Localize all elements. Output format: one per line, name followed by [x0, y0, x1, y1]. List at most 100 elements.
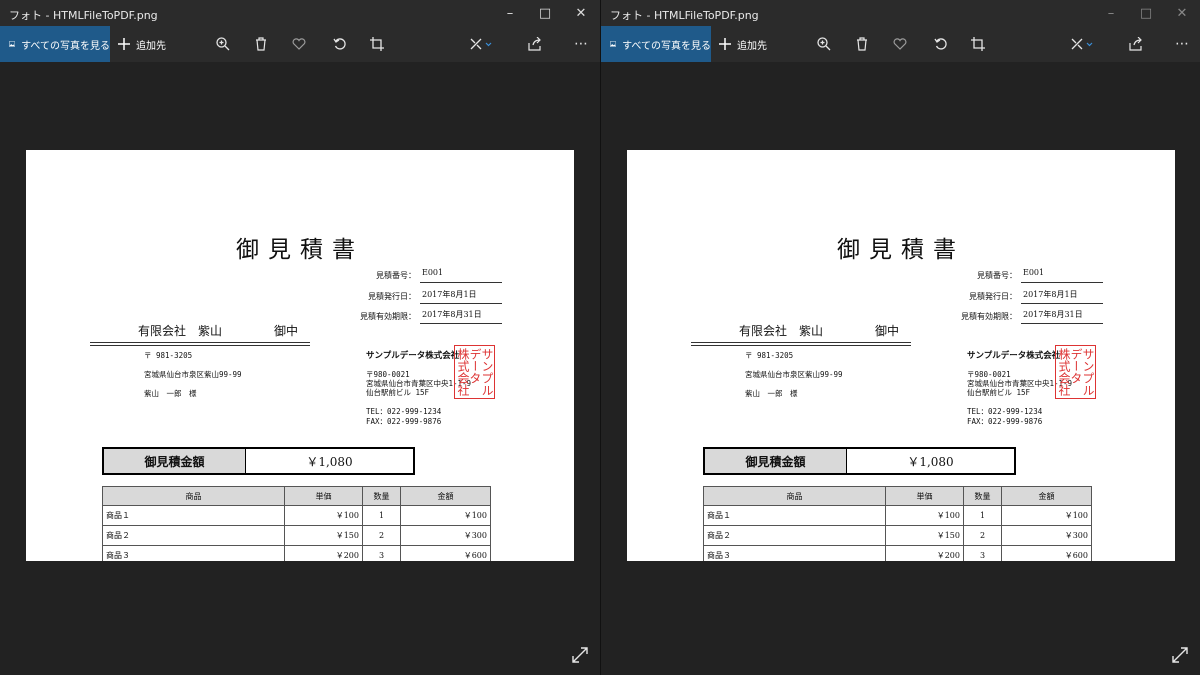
total-value: ￥1,080	[907, 454, 954, 469]
maximize-icon[interactable]: □	[525, 0, 565, 26]
toolbar: すべての写真を見る 追加先 ⋯	[601, 26, 1200, 62]
company-name: サンプルデータ株式会社	[967, 351, 1061, 361]
document-image: 御見積書 見積番号： E001 見積発行日： 2017年8月1日 見積有効期限：…	[627, 150, 1175, 561]
client-person: 紫山 一郎 様	[144, 389, 197, 398]
company-fax: FAX：022-999-9876	[967, 417, 1043, 426]
amount-cell: ￥600	[400, 545, 491, 561]
expand-icon[interactable]	[1172, 647, 1188, 667]
minimize-icon[interactable]: –	[490, 0, 530, 26]
edit-icon[interactable]	[1067, 26, 1097, 62]
table-header-row: 商品 単価 数量 金額	[102, 486, 491, 506]
image-stage: 御見積書 見積番号： E001 見積発行日： 2017年8月1日 見積有効期限：…	[0, 62, 600, 675]
amount-cell: ￥300	[400, 525, 491, 546]
qty-cell: 3	[963, 545, 1002, 561]
table-row: 商品２ ￥150 2 ￥300	[703, 525, 1092, 546]
expand-icon[interactable]	[572, 647, 588, 667]
heart-icon[interactable]	[890, 26, 910, 62]
item-cell: 商品３	[703, 545, 886, 561]
items-table: 商品 単価 数量 金額 商品１ ￥100 1 ￥100 商品２ ￥150 2 ￥…	[703, 486, 1092, 561]
add-to-label: 追加先	[737, 40, 767, 52]
amount-cell: ￥600	[1001, 545, 1092, 561]
column-header: 単価	[885, 486, 964, 506]
more-icon[interactable]: ⋯	[571, 26, 591, 62]
zoom-icon[interactable]	[213, 26, 233, 62]
price-cell: ￥150	[284, 525, 363, 546]
client-name-row: 有限会社 紫山 御中	[691, 322, 911, 339]
column-header: 商品	[102, 486, 285, 506]
crop-icon[interactable]	[367, 26, 387, 62]
add-to-button[interactable]: 追加先	[718, 26, 767, 62]
meta-label: 見積番号：	[376, 271, 416, 280]
client-postal: 〒 981-3205	[144, 351, 193, 360]
meta-label: 見積発行日：	[969, 292, 1017, 301]
client-name: 有限会社 紫山	[138, 324, 223, 338]
meta-label: 見積有効期限：	[360, 312, 416, 321]
table-row: 商品３ ￥200 3 ￥600	[703, 545, 1092, 561]
edit-icon[interactable]	[466, 26, 496, 62]
table-header-row: 商品 単価 数量 金額	[703, 486, 1092, 506]
photos-window-left: フォト - HTMLFileToPDF.png – □ ✕ すべての写真を見る …	[0, 0, 600, 675]
qty-cell: 3	[362, 545, 401, 561]
item-cell: 商品２	[703, 525, 886, 546]
heart-icon[interactable]	[289, 26, 309, 62]
price-cell: ￥100	[284, 505, 363, 526]
crop-icon[interactable]	[968, 26, 988, 62]
document-image: 御見積書 見積番号： E001 見積発行日： 2017年8月1日 見積有効期限：…	[26, 150, 574, 561]
column-header: 単価	[284, 486, 363, 506]
share-icon[interactable]	[525, 26, 545, 62]
meta-value: E001	[1021, 268, 1103, 283]
delete-icon[interactable]	[251, 26, 271, 62]
picture-icon	[610, 41, 617, 47]
qty-cell: 1	[362, 505, 401, 526]
delete-icon[interactable]	[852, 26, 872, 62]
price-cell: ￥200	[284, 545, 363, 561]
table-row: 商品１ ￥100 1 ￥100	[703, 505, 1092, 526]
minimize-icon[interactable]: –	[1091, 0, 1131, 26]
add-to-button[interactable]: 追加先	[117, 26, 166, 62]
rotate-icon[interactable]	[931, 26, 951, 62]
price-cell: ￥150	[885, 525, 964, 546]
table-row: 商品１ ￥100 1 ￥100	[102, 505, 491, 526]
column-header: 金額	[1001, 486, 1092, 506]
toolbar: すべての写真を見る 追加先 ⋯	[0, 26, 600, 62]
title-bar: フォト - HTMLFileToPDF.png – □ ✕	[0, 0, 600, 26]
column-header: 金額	[400, 486, 491, 506]
column-header: 数量	[963, 486, 1002, 506]
column-header: 商品	[703, 486, 886, 506]
client-name-row: 有限会社 紫山 御中	[90, 322, 310, 339]
meta-label: 見積有効期限：	[961, 312, 1017, 321]
qty-cell: 1	[963, 505, 1002, 526]
all-photos-button[interactable]: すべての写真を見る	[0, 26, 110, 62]
close-icon[interactable]: ✕	[1162, 0, 1200, 26]
share-icon[interactable]	[1126, 26, 1146, 62]
company-address2: 仙台駅前ビル 15F	[366, 388, 430, 397]
seal-text: 株式会社	[456, 348, 470, 396]
company-address2: 仙台駅前ビル 15F	[967, 388, 1031, 397]
document-title: 御見積書	[236, 237, 364, 263]
close-icon[interactable]: ✕	[561, 0, 600, 26]
table-row: 商品２ ￥150 2 ￥300	[102, 525, 491, 546]
amount-cell: ￥300	[1001, 525, 1092, 546]
plus-icon	[118, 38, 130, 50]
seal-text: サンプル	[1081, 348, 1095, 396]
items-table: 商品 単価 数量 金額 商品１ ￥100 1 ￥100 商品２ ￥150 2 ￥…	[102, 486, 491, 561]
more-icon[interactable]: ⋯	[1172, 26, 1192, 62]
amount-cell: ￥100	[1001, 505, 1092, 526]
maximize-icon[interactable]: □	[1126, 0, 1166, 26]
rotate-icon[interactable]	[330, 26, 350, 62]
add-to-label: 追加先	[136, 40, 166, 52]
company-seal-stamp: サンプル データ 株式会社	[454, 345, 495, 399]
client-underline	[691, 342, 911, 346]
meta-value: 2017年8月31日	[420, 309, 502, 324]
client-postal: 〒 981-3205	[745, 351, 794, 360]
picture-icon	[9, 41, 16, 47]
price-cell: ￥100	[885, 505, 964, 526]
qty-cell: 2	[963, 525, 1002, 546]
total-label: 御見積金額	[705, 449, 847, 473]
seal-text: データ	[468, 348, 482, 384]
zoom-icon[interactable]	[814, 26, 834, 62]
meta-label: 見積発行日：	[368, 292, 416, 301]
meta-value: 2017年8月1日	[1021, 289, 1103, 304]
all-photos-button[interactable]: すべての写真を見る	[601, 26, 711, 62]
item-cell: 商品１	[703, 505, 886, 526]
